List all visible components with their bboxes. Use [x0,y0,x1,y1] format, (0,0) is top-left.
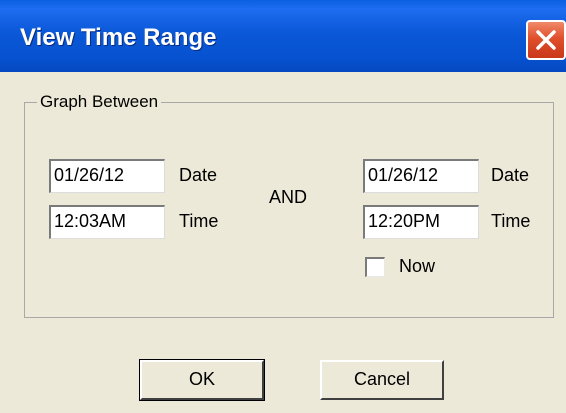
end-date-input[interactable]: 01/26/12 [363,159,479,193]
group-label: Graph Between [37,92,162,112]
start-time-label: Time [179,211,219,231]
start-date-input[interactable]: 01/26/12 [49,159,165,193]
end-time-input[interactable]: 12:20PM [363,205,479,239]
close-icon [536,30,556,50]
dialog-title: View Time Range [20,24,217,51]
graph-between-group: Graph Between 01/26/12 Date 12:03AM Time… [24,92,554,318]
title-bar[interactable]: View Time Range [0,0,566,72]
start-date-label: Date [179,165,218,185]
ok-button[interactable]: OK [139,359,265,401]
dialog-body: Graph Between 01/26/12 Date 12:03AM Time… [0,72,566,413]
and-label: AND [269,187,308,207]
close-button[interactable] [526,20,566,60]
now-label[interactable]: Now [399,256,435,277]
end-time-label: Time [491,211,531,231]
start-time-input[interactable]: 12:03AM [49,205,165,239]
now-checkbox[interactable] [365,257,385,277]
view-time-range-dialog: View Time Range Graph Between 01/26/12 D… [0,0,566,413]
cancel-button[interactable]: Cancel [320,360,444,400]
end-date-label: Date [491,165,530,185]
